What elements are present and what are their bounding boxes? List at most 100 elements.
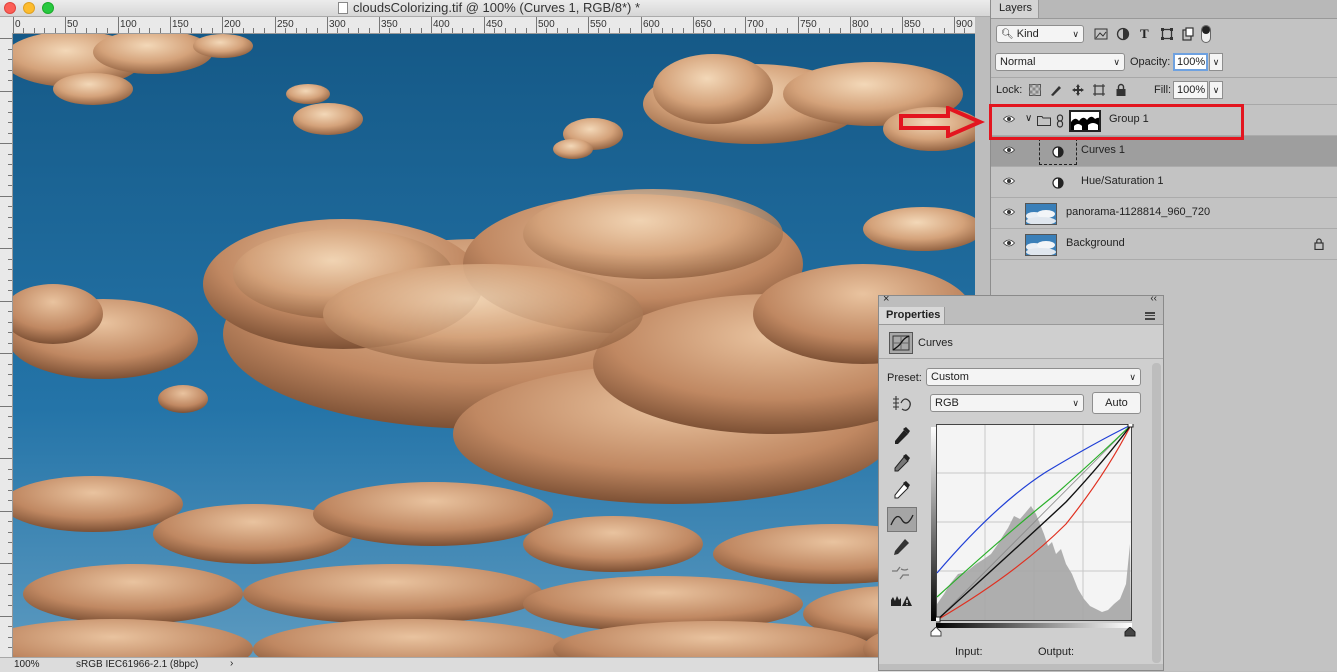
- sample-black-point-eyedropper-icon[interactable]: [887, 426, 915, 448]
- lock-all-icon[interactable]: [1114, 83, 1128, 97]
- sample-white-point-eyedropper-icon[interactable]: [887, 480, 915, 502]
- ruler-tick: [8, 185, 12, 186]
- channel-dropdown[interactable]: RGB ∨: [930, 394, 1084, 412]
- preset-dropdown[interactable]: Custom ∨: [926, 368, 1141, 386]
- ruler-minor-tick: [23, 28, 24, 33]
- ruler-minor-tick: [515, 28, 516, 33]
- ruler-minor-tick: [892, 28, 893, 33]
- document-canvas[interactable]: [13, 34, 975, 657]
- ruler-major-tick: [745, 17, 746, 33]
- ruler-minor-tick: [724, 28, 725, 33]
- chevron-down-icon: ∨: [1129, 372, 1136, 382]
- vertical-ruler[interactable]: [0, 33, 13, 657]
- layer-row-hue-saturation-1[interactable]: Hue/Saturation 1: [991, 167, 1337, 198]
- white-point-input-slider[interactable]: [1124, 627, 1136, 637]
- layer-row-panorama[interactable]: panorama-1128814_960_720: [991, 198, 1337, 229]
- adjustment-filter-icon[interactable]: [1116, 27, 1130, 41]
- close-panel-icon[interactable]: ×: [883, 293, 889, 305]
- on-image-adjustment-hand-icon[interactable]: [891, 395, 913, 413]
- collapse-panel-icon[interactable]: ‹‹: [1150, 293, 1157, 304]
- ruler-tick: [8, 227, 12, 228]
- ruler-minor-tick: [619, 28, 620, 33]
- ruler-tick: [8, 584, 12, 585]
- ruler-minor-tick: [829, 28, 830, 33]
- fill-chevron-down-icon[interactable]: ∨: [1209, 81, 1223, 99]
- black-point-input-slider[interactable]: [930, 627, 942, 637]
- visibility-eye-icon[interactable]: [1003, 146, 1015, 154]
- opacity-input[interactable]: 100%: [1173, 53, 1208, 71]
- fill-input[interactable]: 100%: [1173, 81, 1208, 99]
- ruler-tick: [8, 637, 12, 638]
- visibility-eye-icon[interactable]: [1003, 208, 1015, 216]
- ruler-minor-tick: [86, 28, 87, 33]
- visibility-eye-icon[interactable]: [1003, 177, 1015, 185]
- tab-layers[interactable]: Layers: [991, 0, 1039, 18]
- lock-transparent-pixels-icon[interactable]: [1028, 83, 1042, 97]
- properties-scrollbar[interactable]: [1152, 363, 1161, 663]
- ruler-tick: [8, 490, 12, 491]
- panorama-layer-thumbnail[interactable]: [1025, 203, 1057, 225]
- ruler-major-tick: [484, 17, 485, 33]
- sample-gray-point-eyedropper-icon[interactable]: [887, 453, 915, 475]
- blend-mode-dropdown[interactable]: Normal ∨: [995, 53, 1125, 71]
- ruler-label: 0: [15, 19, 21, 30]
- pixel-filter-icon[interactable]: [1094, 27, 1108, 41]
- layer-lock-icon: [1314, 238, 1324, 250]
- ruler-tick: [0, 563, 12, 564]
- ruler-tick: [8, 385, 12, 386]
- ruler-minor-tick: [201, 28, 202, 33]
- ruler-minor-tick: [776, 28, 777, 33]
- curves-graph[interactable]: [936, 424, 1134, 624]
- lock-artboard-icon[interactable]: [1092, 83, 1106, 97]
- type-filter-icon[interactable]: T: [1140, 26, 1149, 42]
- horizontal-ruler[interactable]: 0 50 100 150 200 250 300 350 400 450 500 550 600 650 7…: [0, 17, 975, 34]
- ruler-major-tick: [693, 17, 694, 33]
- ruler-minor-tick: [787, 28, 788, 33]
- layers-tabbar: [991, 0, 1337, 19]
- clipping-warning-icon[interactable]: [887, 589, 915, 611]
- shape-filter-icon[interactable]: [1160, 27, 1174, 41]
- layer-row-curves-1[interactable]: Curves 1: [991, 136, 1337, 167]
- ruler-major-tick: [275, 17, 276, 33]
- ruler-minor-tick: [400, 28, 401, 33]
- layer-filter-dropdown[interactable]: 🔍︎ Kind ∨: [996, 25, 1084, 43]
- ruler-tick: [8, 332, 12, 333]
- ruler-minor-tick: [369, 28, 370, 33]
- smooth-curve-icon[interactable]: [887, 562, 915, 584]
- zoom-window-button[interactable]: [42, 2, 54, 14]
- lock-position-icon[interactable]: [1071, 83, 1085, 97]
- ruler-minor-tick: [317, 28, 318, 33]
- ruler-minor-tick: [578, 28, 579, 33]
- filter-toggle-switch[interactable]: [1201, 25, 1211, 43]
- smart-object-filter-icon[interactable]: [1181, 27, 1195, 41]
- ruler-tick: [8, 70, 12, 71]
- close-window-button[interactable]: [4, 2, 16, 14]
- visibility-eye-icon[interactable]: [1003, 239, 1015, 247]
- pencil-draw-icon[interactable]: [887, 536, 915, 558]
- ruler-tick: [0, 511, 12, 512]
- tab-properties[interactable]: Properties: [879, 307, 945, 324]
- ruler-tick: [8, 448, 12, 449]
- ruler-minor-tick: [912, 28, 913, 33]
- ruler-minor-tick: [160, 28, 161, 33]
- ruler-minor-tick: [389, 28, 390, 33]
- preset-label: Preset:: [887, 372, 922, 384]
- divider: [991, 77, 1337, 78]
- layer-row-background[interactable]: Background: [991, 229, 1337, 260]
- document-icon: [338, 2, 348, 14]
- ruler-tick: [8, 217, 12, 218]
- ruler-minor-tick: [462, 28, 463, 33]
- ruler-minor-tick: [871, 28, 872, 33]
- ruler-tick: [8, 101, 12, 102]
- minimize-window-button[interactable]: [23, 2, 35, 14]
- opacity-chevron-down-icon[interactable]: ∨: [1209, 53, 1223, 71]
- zoom-level[interactable]: 100%: [14, 659, 40, 670]
- edit-points-curve-tool[interactable]: [887, 507, 917, 532]
- background-layer-thumbnail[interactable]: [1025, 234, 1057, 256]
- panel-menu-icon[interactable]: [1145, 312, 1155, 320]
- ruler-minor-tick: [243, 28, 244, 33]
- ruler-major-tick: [327, 17, 328, 33]
- lock-image-pixels-icon[interactable]: [1049, 83, 1063, 97]
- status-menu-chevron-icon[interactable]: ›: [230, 658, 233, 669]
- auto-button[interactable]: Auto: [1092, 392, 1141, 414]
